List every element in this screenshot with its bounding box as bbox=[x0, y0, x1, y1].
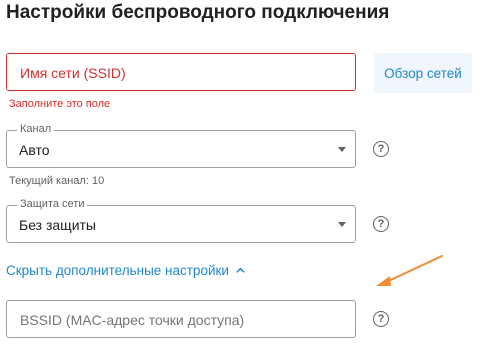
annotation-arrow-icon bbox=[376, 255, 443, 286]
bssid-placeholder: BSSID (MAC-адрес точки доступа) bbox=[20, 312, 245, 328]
bssid-input[interactable]: BSSID (MAC-адрес точки доступа) bbox=[6, 300, 356, 338]
security-label: Защита сети bbox=[17, 198, 88, 210]
ssid-placeholder: Имя сети (SSID) bbox=[20, 65, 126, 81]
hide-advanced-settings-link[interactable]: Скрыть дополнительные настройки bbox=[6, 263, 245, 278]
help-circle-icon[interactable]: ? bbox=[373, 311, 389, 327]
help-circle-icon[interactable]: ? bbox=[373, 141, 389, 157]
channel-select[interactable]: Канал Авто bbox=[6, 123, 356, 168]
ssid-input[interactable]: Имя сети (SSID) bbox=[6, 53, 356, 91]
hide-advanced-settings-label: Скрыть дополнительные настройки bbox=[6, 263, 229, 278]
caret-down-icon bbox=[338, 222, 346, 227]
channel-value: Авто bbox=[19, 142, 50, 158]
caret-down-icon bbox=[338, 147, 346, 152]
browse-networks-button[interactable]: Обзор сетей bbox=[374, 53, 472, 93]
channel-label: Канал bbox=[17, 123, 55, 135]
security-select[interactable]: Защита сети Без защиты bbox=[6, 198, 356, 243]
page-title: Настройки беспроводного подключения bbox=[6, 2, 390, 23]
help-circle-icon[interactable]: ? bbox=[373, 216, 389, 232]
ssid-error-text: Заполните это поле bbox=[9, 98, 111, 110]
current-channel-text: Текущий канал: 10 bbox=[9, 175, 105, 187]
security-value: Без защиты bbox=[19, 217, 96, 233]
chevron-up-icon bbox=[236, 267, 245, 273]
